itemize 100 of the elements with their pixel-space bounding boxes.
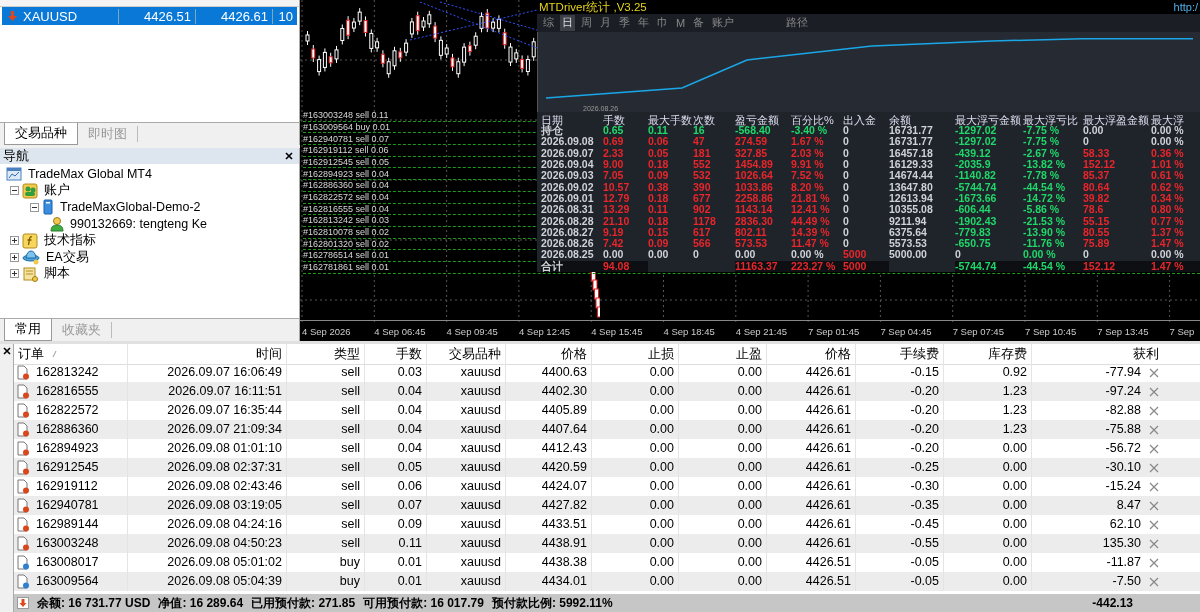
period-tab[interactable]: 路径 bbox=[784, 15, 811, 31]
table-cell-text: 0.00 bbox=[735, 249, 757, 261]
table-cell: 0.00 bbox=[944, 534, 1032, 554]
panel-tab[interactable]: 交易品种 bbox=[4, 123, 78, 145]
period-tab[interactable]: 日 bbox=[560, 15, 575, 31]
table-cell-text: 0.00 bbox=[603, 249, 625, 261]
column-header[interactable]: 价格 bbox=[767, 344, 856, 366]
column-header[interactable]: 止损 bbox=[592, 344, 679, 366]
period-tab[interactable]: 季 bbox=[617, 15, 632, 31]
tree-item[interactable]: 990132669: tengteng Ke bbox=[70, 217, 207, 232]
table-cell-text: 0 bbox=[843, 136, 850, 148]
tree-item[interactable]: TradeMax Global MT4 bbox=[28, 167, 152, 182]
close-icon[interactable] bbox=[2, 347, 11, 356]
table-cell: 223.27 % bbox=[791, 260, 843, 272]
table-cell: 162912545 bbox=[14, 458, 128, 478]
column-header[interactable]: 类型 bbox=[287, 344, 365, 366]
table-cell: 0.00 bbox=[592, 382, 679, 402]
collapse-icon[interactable] bbox=[10, 186, 19, 196]
table-cell-text: 532 bbox=[693, 170, 712, 182]
collapse-icon[interactable] bbox=[30, 203, 39, 212]
table-cell-text: 0 bbox=[843, 125, 849, 137]
period-tab[interactable]: 巾 bbox=[655, 15, 670, 31]
column-header[interactable]: 价格 bbox=[506, 344, 592, 366]
tree-item[interactable]: 脚本 bbox=[44, 265, 70, 283]
table-cell-text: 16129.33 bbox=[889, 159, 934, 171]
period-tab[interactable]: M bbox=[674, 15, 688, 31]
table-cell: 8.47 bbox=[1032, 496, 1200, 516]
column-header[interactable]: 手数 bbox=[365, 344, 427, 366]
column-header[interactable]: 手续费 bbox=[856, 344, 944, 366]
table-cell-text: -14.72 % bbox=[1023, 192, 1067, 205]
table-cell: -56.72 bbox=[1032, 439, 1200, 459]
period-tab[interactable]: 账户 bbox=[710, 15, 737, 31]
table-cell: -30.10 bbox=[1032, 458, 1200, 478]
table-cell-text: 0.09 bbox=[648, 170, 670, 182]
close-icon[interactable] bbox=[285, 152, 293, 160]
table-cell: 4420.59 bbox=[506, 458, 592, 478]
table-cell-text: 44.49 % bbox=[791, 215, 831, 227]
period-tab[interactable]: 备 bbox=[691, 15, 707, 31]
table-cell: 0.01 bbox=[365, 572, 427, 592]
column-header: 手数 bbox=[603, 113, 626, 126]
expand-icon[interactable] bbox=[10, 236, 19, 246]
table-cell-text: -1902.43 bbox=[955, 215, 998, 227]
table-cell-text: 0.00 % bbox=[1151, 249, 1185, 261]
column-header[interactable]: 交易品种 bbox=[427, 344, 506, 366]
time-axis-label: 4 Sep 06:45 bbox=[373, 325, 427, 337]
column-header[interactable]: 库存费 bbox=[944, 344, 1032, 366]
link-text[interactable]: http:/ bbox=[1173, 1, 1198, 13]
panel-tab[interactable]: 常用 bbox=[4, 319, 52, 342]
table-cell-text: -11.76 % bbox=[1023, 238, 1066, 250]
table-cell: xauusd bbox=[427, 534, 506, 554]
table-cell-text: 5573.53 bbox=[889, 238, 928, 250]
table-cell-text: -1673.66 bbox=[955, 192, 998, 205]
column-header[interactable]: 止盈 bbox=[679, 344, 767, 366]
period-tab[interactable]: 年 bbox=[636, 15, 651, 31]
order-icon bbox=[17, 574, 30, 590]
tree-item[interactable]: 技术指标 bbox=[44, 232, 96, 250]
tree-item[interactable]: TradeMaxGlobal-Demo-2 bbox=[60, 200, 201, 215]
order-icon bbox=[17, 441, 30, 457]
expand-icon[interactable] bbox=[10, 252, 19, 262]
column-header: 盈亏金额 bbox=[735, 113, 780, 126]
table-cell-text: -779.83 bbox=[955, 226, 992, 239]
table-cell-text: -7.75 % bbox=[1023, 136, 1061, 148]
tree-item[interactable]: EA交易 bbox=[46, 248, 89, 266]
time-axis-label: 4 Sep 21:45 bbox=[734, 325, 789, 337]
order-label: #162816555 sell 0.04 bbox=[303, 204, 390, 215]
table-cell-text: 0 bbox=[1083, 136, 1090, 148]
time-axis-label: 4 Sep 18:45 bbox=[662, 325, 716, 337]
table-cell: -7.50 bbox=[1032, 572, 1200, 592]
table-cell-text: 58.33 bbox=[1083, 147, 1111, 160]
expand-icon[interactable] bbox=[10, 269, 19, 279]
column-header[interactable]: 获利 bbox=[1032, 344, 1200, 366]
order-icon bbox=[17, 498, 30, 514]
order-label: #162822572 sell 0.04 bbox=[303, 193, 390, 203]
period-tab[interactable]: 月 bbox=[598, 15, 613, 31]
symbol-row[interactable]: XAUUSD 4426.51 4426.61 10 bbox=[2, 7, 297, 25]
account-summary-text: 余额: 16 731.77 USD bbox=[37, 594, 151, 612]
period-tab[interactable]: 周 bbox=[579, 15, 594, 31]
period-tab[interactable]: 综 bbox=[541, 15, 556, 31]
table-cell: 4426.51 bbox=[767, 572, 856, 592]
table-cell: 1.23 bbox=[944, 420, 1032, 440]
table-cell-text: 14.39 % bbox=[791, 226, 831, 239]
table-cell-text: 0 bbox=[843, 204, 850, 216]
table-cell-text: 0.00 % bbox=[791, 249, 825, 261]
table-cell: 0.00 bbox=[592, 496, 679, 516]
column-header: 次数 bbox=[693, 113, 716, 126]
table-cell-text: 78.6 bbox=[1083, 204, 1105, 216]
table-cell-text: 0.18 bbox=[648, 159, 670, 171]
table-cell: 4434.01 bbox=[506, 572, 592, 592]
table-cell-text: 10.57 bbox=[603, 181, 631, 193]
table-cell-text: 16731.77 bbox=[889, 136, 934, 148]
column-header[interactable]: 时间 bbox=[128, 344, 287, 366]
column-header[interactable]: 订单 bbox=[14, 344, 128, 366]
order-icon bbox=[17, 384, 30, 400]
table-cell-text: 0 bbox=[843, 159, 850, 171]
table-cell: 0.00 bbox=[944, 496, 1032, 516]
table-cell-text: 0.00 % bbox=[1151, 125, 1185, 137]
table-cell-text: -3.40 % bbox=[791, 125, 829, 137]
tree-item[interactable]: 账户 bbox=[44, 182, 70, 200]
table-cell: 0.00 bbox=[679, 382, 767, 402]
table-cell-text: 2836.30 bbox=[735, 215, 774, 227]
